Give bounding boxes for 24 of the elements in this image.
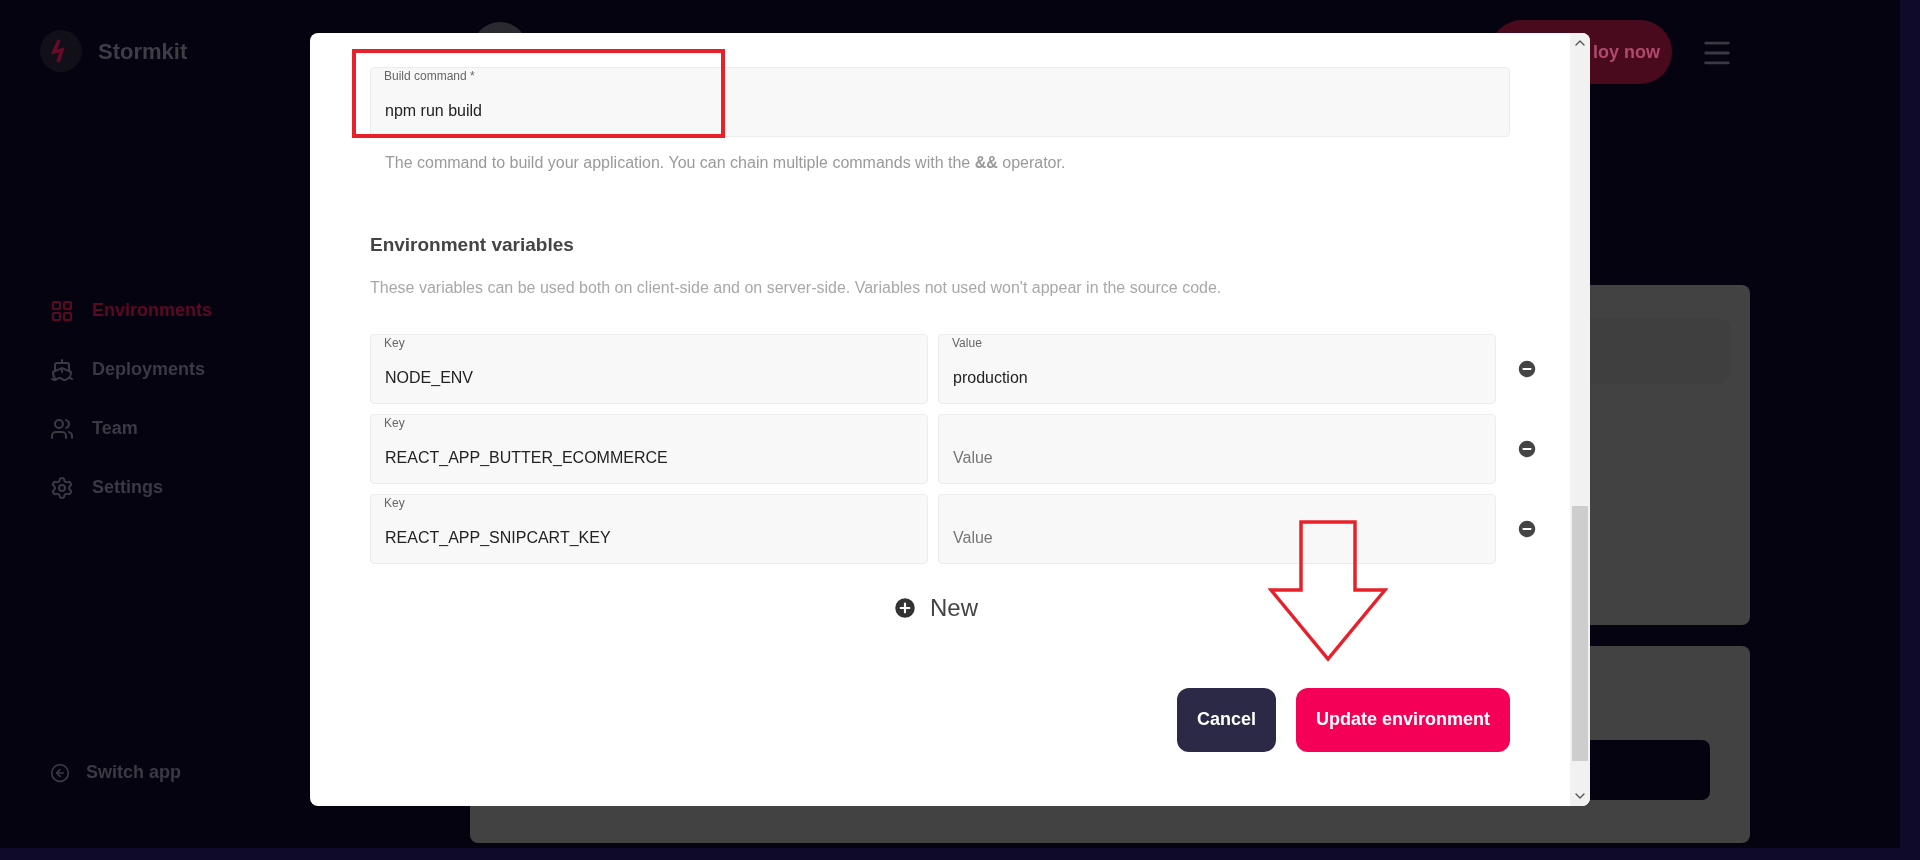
logo-icon xyxy=(40,30,82,72)
field-label: Build command * xyxy=(384,69,475,83)
ship-icon xyxy=(50,357,74,382)
field-label: Key xyxy=(384,415,405,430)
field-label: Key xyxy=(384,335,405,350)
input-field[interactable]: Value xyxy=(938,493,1496,564)
new-button[interactable]: New xyxy=(892,589,978,626)
field-label: Key xyxy=(384,495,405,510)
help-text: The command to build your application. You can chain multiple commands with the && operator. xyxy=(385,153,1067,173)
remove-icon[interactable] xyxy=(1516,437,1538,460)
back-icon xyxy=(50,762,70,783)
gears-icon xyxy=(50,475,74,500)
grid-icon xyxy=(50,298,74,323)
field-label: Value xyxy=(952,335,982,350)
users-icon xyxy=(50,416,74,441)
app-name: Stormkit xyxy=(98,37,188,66)
input-field[interactable]: Value xyxy=(938,413,1496,484)
section-description: These variables can be used both on client-side and on server-side. Variables not used won't appear in the source code. xyxy=(370,277,1223,298)
remove-icon[interactable] xyxy=(1516,517,1538,540)
section-title: Environment variables xyxy=(370,233,575,257)
update-button[interactable]: Update environment xyxy=(1295,687,1510,752)
scrollbar-thumb[interactable] xyxy=(1572,506,1588,761)
remove-icon[interactable] xyxy=(1516,357,1538,380)
cancel-button[interactable]: Cancel xyxy=(1176,687,1276,752)
